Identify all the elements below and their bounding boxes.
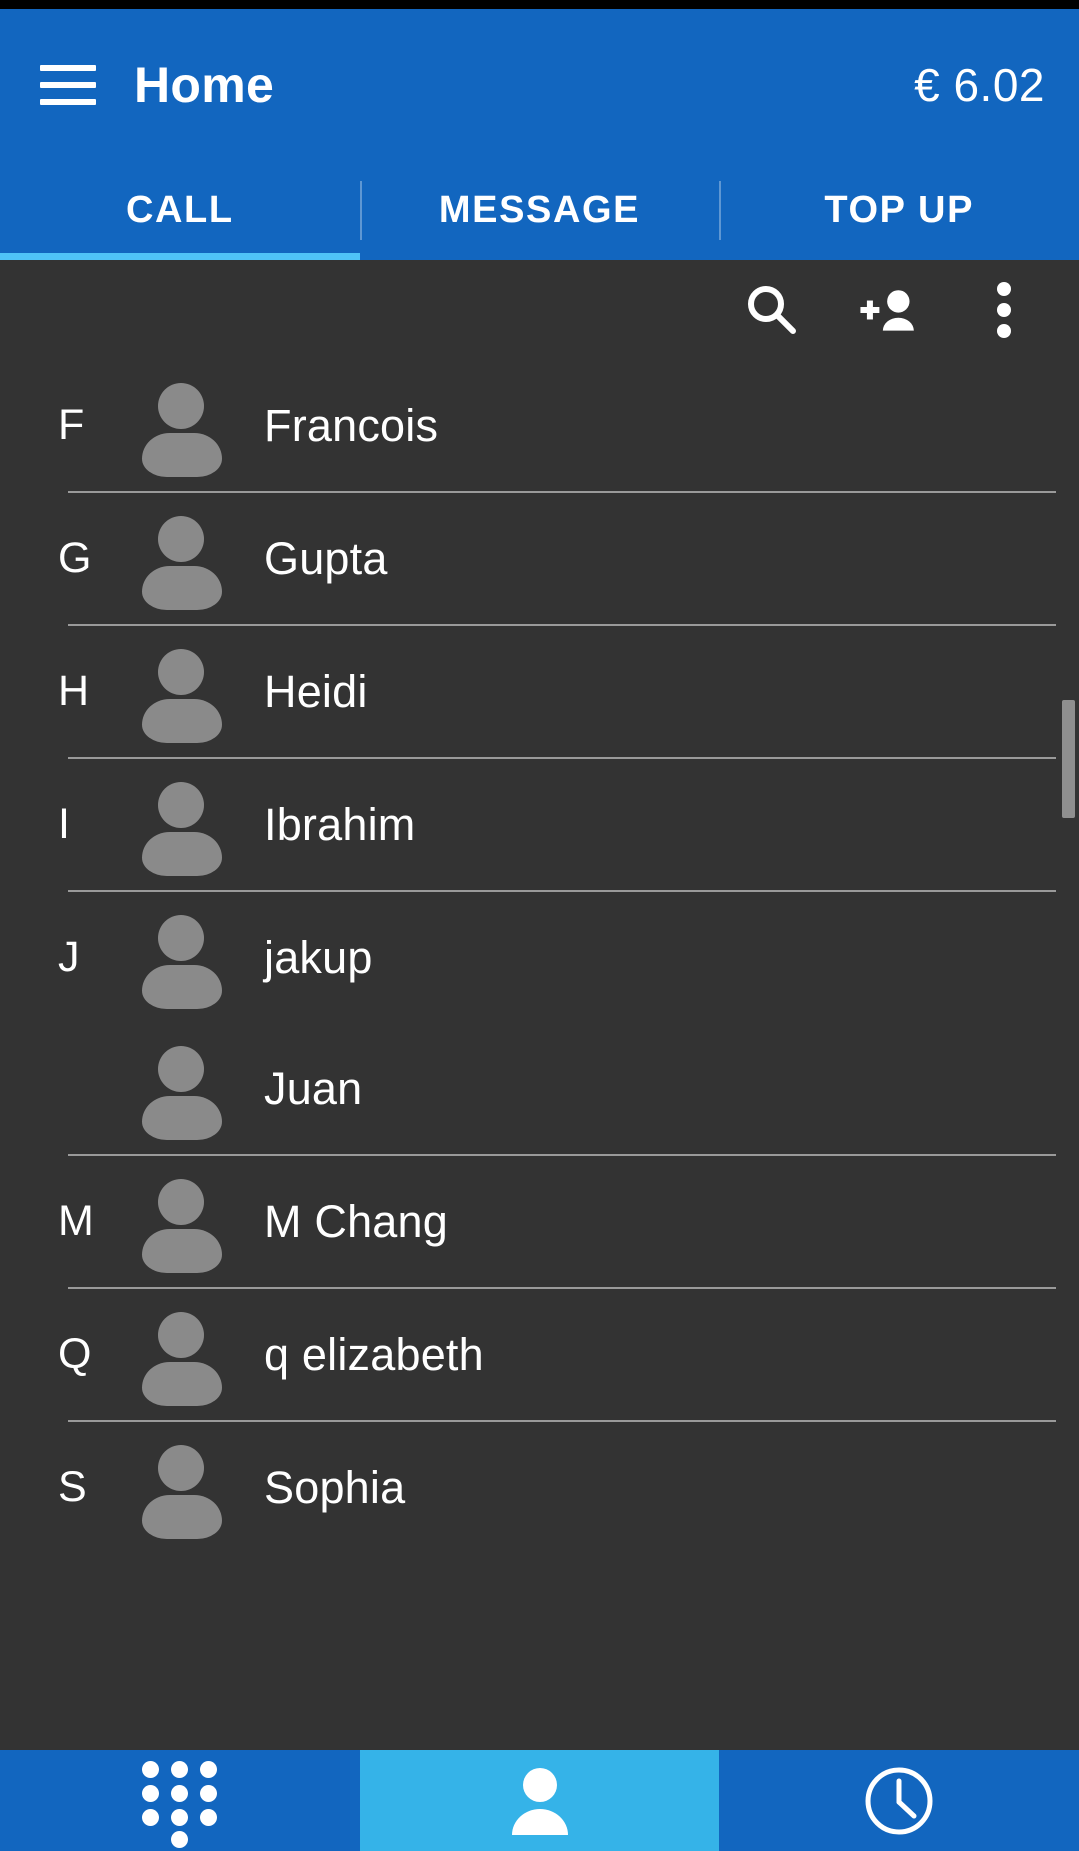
contacts-panel: F Francois G Gupta H Heidi I Ibrahim J j… xyxy=(0,260,1079,1750)
table-row[interactable]: S Sophia xyxy=(0,1422,1079,1553)
index-letter: M xyxy=(58,1197,94,1245)
table-row[interactable]: J jakup xyxy=(0,892,1079,1023)
index-letter: G xyxy=(58,534,92,582)
tab-call[interactable]: CALL xyxy=(0,161,360,260)
table-row[interactable]: M M Chang xyxy=(0,1156,1079,1287)
status-bar-strip xyxy=(0,0,1079,9)
search-icon[interactable] xyxy=(741,279,803,341)
avatar xyxy=(136,377,224,477)
contact-name: M Chang xyxy=(264,1195,448,1247)
table-row[interactable]: Juan xyxy=(0,1023,1079,1154)
table-row[interactable]: F Francois xyxy=(0,360,1079,491)
contact-name: Ibrahim xyxy=(264,798,416,850)
table-row[interactable]: I Ibrahim xyxy=(0,759,1079,890)
tab-active-indicator xyxy=(0,253,360,260)
contact-list: F Francois G Gupta H Heidi I Ibrahim J j… xyxy=(0,360,1079,1553)
hamburger-menu-icon[interactable] xyxy=(40,65,96,105)
avatar xyxy=(136,909,224,1009)
avatar xyxy=(136,1306,224,1406)
table-row[interactable]: Q q elizabeth xyxy=(0,1289,1079,1420)
contact-name: jakup xyxy=(264,931,373,983)
clock-history-icon xyxy=(865,1767,933,1834)
nav-recents[interactable] xyxy=(719,1750,1079,1851)
page-title: Home xyxy=(134,57,275,113)
tab-message[interactable]: MESSAGE xyxy=(359,161,720,260)
tab-bar: CALL MESSAGE TOP UP xyxy=(0,161,1079,260)
app-bar: Home € 6.02 xyxy=(0,9,1079,161)
index-letter: S xyxy=(58,1463,87,1511)
person-icon xyxy=(511,1767,568,1835)
table-row[interactable]: G Gupta xyxy=(0,493,1079,624)
more-vertical-icon[interactable] xyxy=(973,279,1035,341)
nav-dialpad[interactable] xyxy=(0,1750,360,1851)
table-row[interactable]: H Heidi xyxy=(0,626,1079,757)
phone-screen: Home € 6.02 CALL MESSAGE TOP UP F Franco… xyxy=(0,0,1079,1851)
contact-name: Gupta xyxy=(264,532,388,584)
scrollbar-thumb[interactable] xyxy=(1062,700,1075,818)
index-letter: I xyxy=(58,800,70,848)
index-letter: F xyxy=(58,401,85,449)
contact-name: Sophia xyxy=(264,1461,406,1513)
balance-amount: € 6.02 xyxy=(914,59,1045,111)
avatar xyxy=(136,1173,224,1273)
avatar xyxy=(136,1439,224,1539)
avatar xyxy=(136,1040,224,1140)
dialpad-icon xyxy=(141,1760,218,1848)
contact-name: q elizabeth xyxy=(264,1328,484,1380)
avatar xyxy=(136,643,224,743)
list-toolbar xyxy=(0,260,1079,360)
tab-topup[interactable]: TOP UP xyxy=(719,161,1079,260)
add-person-icon[interactable] xyxy=(857,279,919,341)
bottom-navigation xyxy=(0,1750,1079,1851)
contact-name: Juan xyxy=(264,1062,363,1114)
index-letter: J xyxy=(58,933,80,981)
index-letter: Q xyxy=(58,1330,92,1378)
contact-name: Heidi xyxy=(264,665,368,717)
avatar xyxy=(136,510,224,610)
avatar xyxy=(136,776,224,876)
nav-contacts[interactable] xyxy=(359,1750,720,1851)
index-letter: H xyxy=(58,667,90,715)
contact-name: Francois xyxy=(264,399,439,451)
